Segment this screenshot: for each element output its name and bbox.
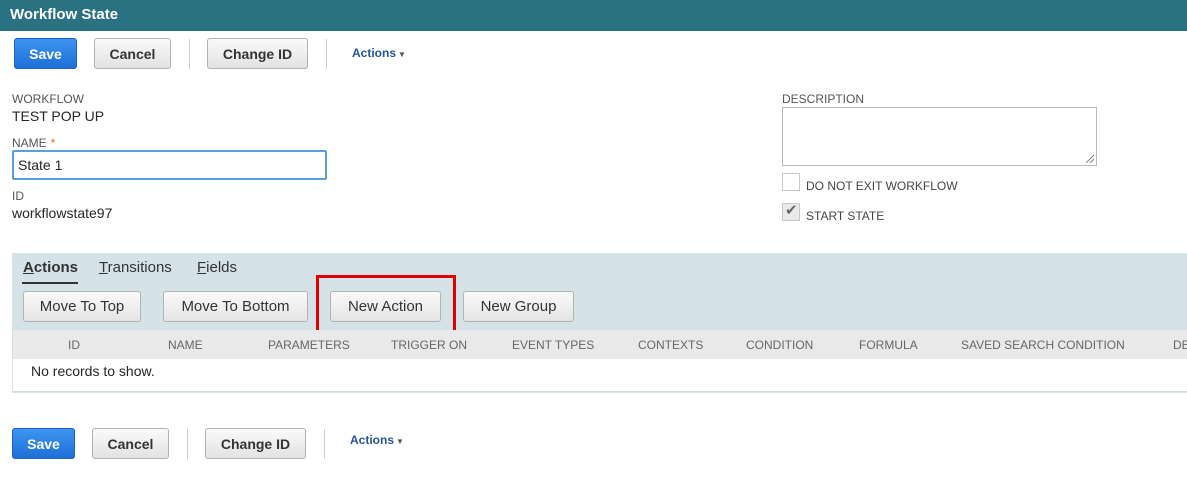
cancel-button-bottom[interactable]: Cancel [92, 428, 169, 459]
name-label: NAME * [12, 136, 55, 150]
column-header-parameters[interactable]: PARAMETERS [268, 338, 350, 352]
caret-down-icon: ▼ [398, 50, 406, 59]
start-state-checkbox[interactable]: ✔ [782, 202, 800, 221]
tab-fields-label: ields [206, 259, 238, 276]
tab-actions[interactable]: Actions [23, 259, 78, 276]
column-header-id[interactable]: ID [68, 338, 80, 352]
empty-table-message: No records to show. [31, 363, 155, 379]
tab-fields-accesskey: F [197, 259, 207, 276]
id-value: workflowstate97 [12, 205, 113, 221]
resize-grip-icon[interactable] [1086, 155, 1094, 163]
toolbar-divider [326, 39, 327, 69]
name-label-text: NAME [12, 136, 47, 150]
tab-actions-accesskey: A [23, 259, 34, 276]
page-title: Workflow State [10, 6, 119, 23]
tab-transitions[interactable]: Transitions [99, 259, 172, 276]
save-button[interactable]: Save [14, 38, 77, 69]
change-id-button[interactable]: Change ID [207, 38, 308, 69]
move-to-top-button[interactable]: Move To Top [23, 291, 141, 322]
new-group-button[interactable]: New Group [463, 291, 574, 322]
description-label: DESCRIPTION [782, 92, 865, 106]
move-to-bottom-button[interactable]: Move To Bottom [163, 291, 308, 322]
checkmark-icon: ✔ [785, 202, 798, 219]
change-id-button-bottom[interactable]: Change ID [205, 428, 306, 459]
title-bar: Workflow State [0, 0, 1187, 31]
annotation-highlight-box [316, 275, 456, 335]
toolbar-divider [187, 429, 188, 459]
tab-fields[interactable]: Fields [197, 259, 237, 276]
column-header-event-types[interactable]: EVENT TYPES [512, 338, 594, 352]
column-header-contexts[interactable]: CONTEXTS [638, 338, 703, 352]
actions-menu-label: Actions [350, 433, 395, 447]
id-label: ID [12, 189, 24, 203]
active-tab-indicator [22, 282, 78, 284]
actions-menu-bottom[interactable]: Actions ▼ [350, 433, 404, 447]
column-header-condition[interactable]: CONDITION [746, 338, 813, 352]
do-not-exit-workflow-label: DO NOT EXIT WORKFLOW [806, 179, 958, 193]
do-not-exit-workflow-checkbox[interactable] [782, 173, 800, 191]
column-header-formula[interactable]: FORMULA [859, 338, 918, 352]
tab-transitions-accesskey: T [99, 259, 108, 276]
toolbar-divider [189, 39, 190, 69]
column-header-saved-search-condition[interactable]: SAVED SEARCH CONDITION [961, 338, 1125, 352]
actions-menu[interactable]: Actions ▼ [352, 46, 406, 60]
description-textarea[interactable] [782, 107, 1097, 166]
caret-down-icon: ▼ [396, 437, 404, 446]
column-header-trigger-on[interactable]: TRIGGER ON [391, 338, 467, 352]
save-button-bottom[interactable]: Save [12, 428, 75, 459]
toolbar-divider [324, 429, 325, 459]
cancel-button[interactable]: Cancel [94, 38, 171, 69]
column-header-truncated[interactable]: DE [1173, 338, 1187, 352]
start-state-label: START STATE [806, 209, 885, 223]
name-input[interactable] [12, 150, 327, 180]
required-marker: * [50, 136, 56, 150]
column-header-name[interactable]: NAME [168, 338, 203, 352]
workflow-value: TEST POP UP [12, 108, 105, 124]
workflow-label: WORKFLOW [12, 92, 84, 106]
table-body [13, 359, 1187, 392]
tab-actions-label: ctions [33, 259, 79, 276]
actions-menu-label: Actions [352, 46, 397, 60]
tab-transitions-label: ransitions [107, 259, 172, 276]
